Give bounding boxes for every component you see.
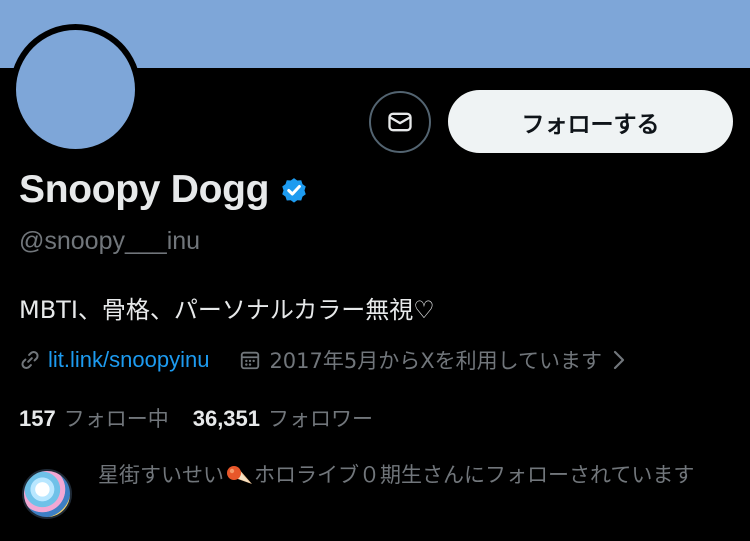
following-link[interactable]: 157 フォロー中 bbox=[19, 403, 169, 433]
followers-count: 36,351 bbox=[192, 406, 261, 431]
chevron-right-icon bbox=[613, 350, 625, 370]
name-row: Snoopy Dogg bbox=[19, 168, 309, 212]
display-name: Snoopy Dogg bbox=[19, 168, 270, 211]
comet-emoji-icon bbox=[227, 466, 252, 484]
verified-badge-icon[interactable] bbox=[279, 175, 309, 205]
joined-date[interactable]: 2017年5月からXを利用しています bbox=[239, 345, 626, 375]
mutual-name-after: ホロライブ０期生さんにフォローされています bbox=[254, 463, 695, 487]
profile-page: フォローする Snoopy Dogg @snoopy___inu MBTI、骨格… bbox=[0, 0, 750, 541]
follow-counts: 157 フォロー中 36,351 フォロワー bbox=[19, 403, 373, 433]
profile-meta: lit.link/snoopyinu 2017年5月からXを利用しています bbox=[19, 345, 626, 375]
avatar-image bbox=[16, 30, 135, 149]
envelope-icon bbox=[388, 112, 412, 132]
followers-link[interactable]: 36,351 フォロワー bbox=[193, 403, 373, 433]
follow-button[interactable]: フォローする bbox=[448, 90, 733, 153]
mutual-followers[interactable]: 星街すいせい ホロライブ０期生さんにフォローされています bbox=[98, 458, 728, 492]
profile-link[interactable]: lit.link/snoopyinu bbox=[19, 347, 209, 373]
joined-text: 2017年5月からXを利用しています bbox=[269, 349, 602, 373]
link-icon bbox=[21, 350, 39, 370]
profile-link-text[interactable]: lit.link/snoopyinu bbox=[48, 347, 209, 373]
followers-label: フォロワー bbox=[268, 407, 374, 431]
bio: MBTI、骨格、パーソナルカラー無視♡ bbox=[19, 296, 435, 324]
calendar-icon bbox=[241, 351, 260, 370]
mutual-name-before: 星街すいせい bbox=[98, 463, 224, 487]
profile-avatar[interactable] bbox=[10, 24, 141, 155]
handle: @snoopy___inu bbox=[19, 227, 201, 255]
following-count: 157 bbox=[19, 406, 56, 431]
mutual-follower-avatar[interactable] bbox=[22, 469, 72, 519]
message-button[interactable] bbox=[369, 91, 431, 153]
following-label: フォロー中 bbox=[63, 407, 169, 431]
